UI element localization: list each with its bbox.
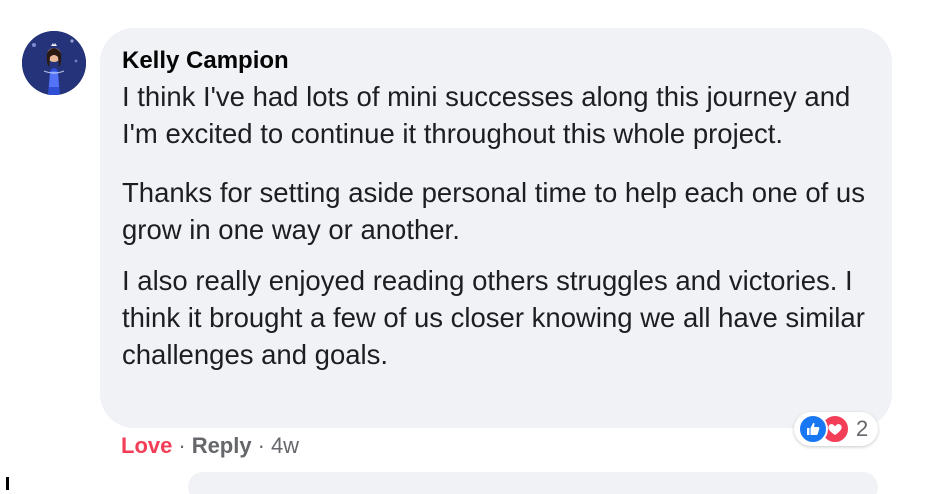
- avatar[interactable]: [22, 31, 86, 95]
- comment-paragraph-2: Thanks for setting aside personal time t…: [122, 177, 865, 245]
- comment-bubble: Kelly Campion I think I've had lots of m…: [100, 28, 892, 428]
- comment-timestamp[interactable]: 4w: [271, 433, 299, 458]
- separator: ·: [178, 433, 186, 458]
- comment-actions: Love · Reply · 4w: [121, 432, 299, 460]
- comment-paragraph-3: I also really enjoyed reading others str…: [122, 265, 865, 370]
- reaction-count: 2: [856, 416, 869, 441]
- separator: ·: [257, 433, 265, 458]
- reply-link[interactable]: Reply: [192, 433, 252, 458]
- like-icon: [798, 414, 828, 444]
- comment-thread: Kelly Campion I think I've had lots of m…: [0, 0, 936, 494]
- comment-paragraph-1: I think I've had lots of mini successes …: [122, 81, 851, 149]
- text-cursor: [6, 477, 9, 490]
- reaction-summary[interactable]: 2: [794, 412, 879, 446]
- next-comment-bubble: [188, 472, 878, 494]
- love-reaction-link[interactable]: Love: [121, 433, 172, 458]
- comment-author[interactable]: Kelly Campion: [122, 46, 868, 76]
- avatar-photo: [22, 31, 86, 95]
